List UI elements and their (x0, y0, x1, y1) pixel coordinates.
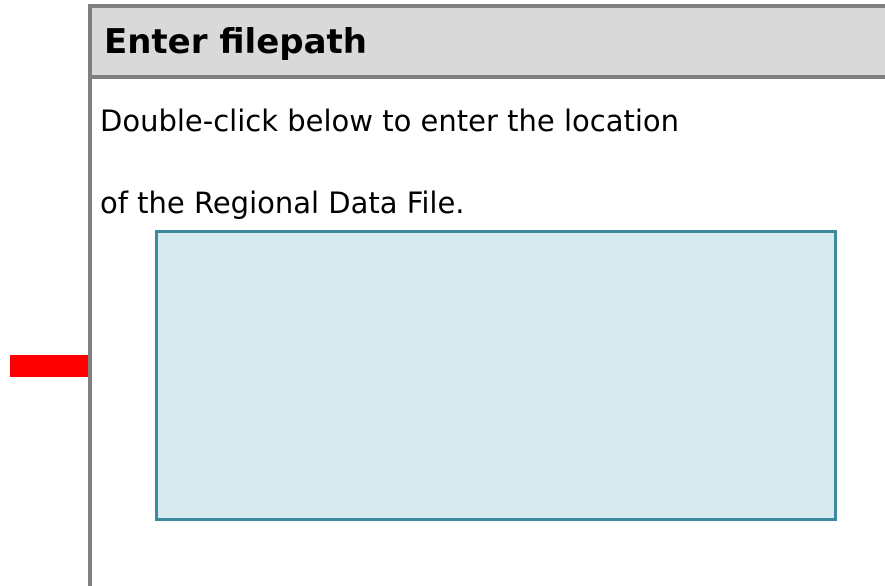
panel-title: Enter filepath (104, 22, 368, 62)
instruction-text-line-2: of the Regional Data File. (100, 186, 465, 220)
filepath-panel: Enter filepath Double-click below to ent… (88, 4, 885, 586)
page: Enter filepath Double-click below to ent… (0, 0, 885, 586)
filepath-input[interactable] (155, 230, 837, 521)
panel-header: Enter filepath (92, 8, 885, 79)
instruction-text-line-1: Double-click below to enter the location (100, 104, 680, 138)
